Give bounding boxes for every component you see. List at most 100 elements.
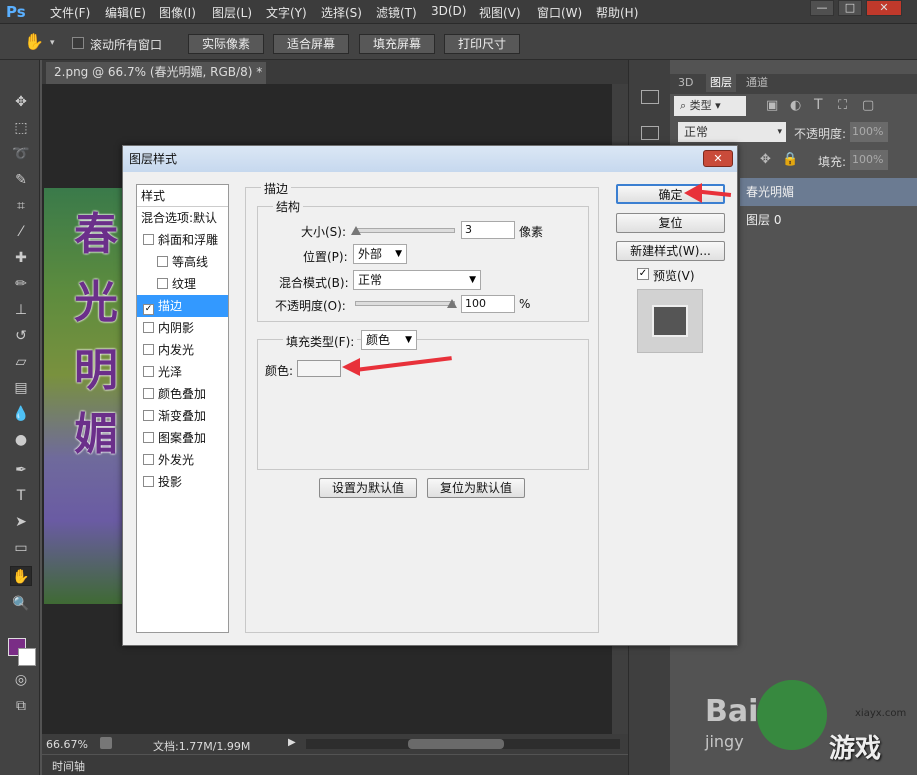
- style-checkbox[interactable]: [157, 278, 168, 289]
- size-slider[interactable]: [355, 228, 455, 233]
- style-checkbox[interactable]: [143, 388, 154, 399]
- eraser-tool-icon[interactable]: ▱: [10, 352, 32, 372]
- tool-preset-chevron-down-icon[interactable]: ▾: [50, 38, 55, 48]
- style-checkbox[interactable]: [143, 366, 154, 377]
- screen-mode-icon[interactable]: ⧉: [10, 696, 32, 716]
- filter-pixel-icon[interactable]: ▣: [766, 98, 778, 113]
- fill-type-select[interactable]: 颜色 ▼: [361, 330, 417, 350]
- history-brush-icon[interactable]: ↺: [10, 326, 32, 346]
- layer-fill-input[interactable]: 100%: [850, 150, 888, 170]
- opacity-slider[interactable]: [355, 301, 455, 306]
- menu-file[interactable]: 文件(F): [50, 4, 90, 21]
- style-list-item[interactable]: ✓ 描边: [137, 295, 228, 317]
- pen-tool-icon[interactable]: ✒: [10, 460, 32, 480]
- move-tool-icon[interactable]: ✥: [10, 92, 32, 112]
- background-color-swatch[interactable]: [18, 648, 36, 666]
- style-list-item[interactable]: 外发光: [137, 449, 228, 471]
- quick-mask-icon[interactable]: ◎: [10, 670, 32, 690]
- tab-3d[interactable]: 3D: [678, 74, 693, 92]
- style-checkbox[interactable]: [143, 454, 154, 465]
- style-checkbox[interactable]: [143, 322, 154, 333]
- path-select-icon[interactable]: ➤: [10, 512, 32, 532]
- reset-button[interactable]: 复位: [616, 213, 725, 233]
- stroke-color-swatch[interactable]: [297, 360, 341, 377]
- document-tab[interactable]: 2.png @ 66.7% (春光明媚, RGB/8) *: [46, 62, 266, 84]
- blur-tool-icon[interactable]: 💧: [10, 404, 32, 424]
- blend-mode-select[interactable]: 正常 ▼: [353, 270, 481, 290]
- style-checkbox[interactable]: [143, 432, 154, 443]
- fit-screen-button[interactable]: 适合屏幕: [273, 34, 349, 54]
- brush-tool-icon[interactable]: ✏: [10, 274, 32, 294]
- status-menu-arrow-icon[interactable]: ▶: [288, 737, 296, 748]
- rectangle-tool-icon[interactable]: ▭: [10, 538, 32, 558]
- layer-row-base[interactable]: 图层 0: [740, 206, 917, 234]
- style-list-item[interactable]: 颜色叠加: [137, 383, 228, 405]
- type-tool-icon[interactable]: T: [10, 486, 32, 506]
- scroll-all-checkbox[interactable]: [72, 37, 84, 49]
- lasso-tool-icon[interactable]: ➰: [10, 144, 32, 164]
- close-window-button[interactable]: ✕: [866, 0, 902, 16]
- document-image[interactable]: 春 光 明 媚: [44, 188, 122, 604]
- size-slider-knob[interactable]: [351, 226, 361, 235]
- layer-opacity-input[interactable]: 100%: [850, 122, 888, 142]
- fill-screen-button[interactable]: 填充屏幕: [359, 34, 435, 54]
- properties-icon[interactable]: [641, 126, 659, 140]
- histogram-icon[interactable]: [641, 90, 659, 104]
- reset-default-button[interactable]: 复位为默认值: [427, 478, 525, 498]
- menu-layer[interactable]: 图层(L): [212, 4, 252, 21]
- timeline-panel-tab[interactable]: 时间轴: [42, 755, 628, 775]
- menu-type[interactable]: 文字(Y): [266, 4, 307, 21]
- filter-adjust-icon[interactable]: ◐: [790, 98, 801, 113]
- position-select[interactable]: 外部 ▼: [353, 244, 407, 264]
- lock-position-icon[interactable]: ✥: [760, 152, 771, 167]
- hand-tool-icon[interactable]: ✋: [24, 32, 44, 51]
- size-input[interactable]: 3: [461, 221, 515, 239]
- layer-blend-select[interactable]: 正常 ▾: [678, 122, 786, 142]
- style-list-item[interactable]: 内阴影: [137, 317, 228, 339]
- menu-window[interactable]: 窗口(W): [537, 4, 582, 21]
- print-size-button[interactable]: 打印尺寸: [444, 34, 520, 54]
- quick-select-tool-icon[interactable]: ✎: [10, 170, 32, 190]
- actual-pixels-button[interactable]: 实际像素: [188, 34, 264, 54]
- style-list-item[interactable]: 光泽: [137, 361, 228, 383]
- dodge-tool-icon[interactable]: ●: [10, 430, 32, 450]
- filter-smart-icon[interactable]: ▢: [862, 98, 874, 113]
- menu-filter[interactable]: 滤镜(T): [376, 4, 417, 21]
- style-list-item[interactable]: 图案叠加: [137, 427, 228, 449]
- marquee-tool-icon[interactable]: ⬚: [10, 118, 32, 138]
- healing-brush-icon[interactable]: ✚: [10, 248, 32, 268]
- style-list-item[interactable]: 样式: [137, 185, 228, 207]
- style-list-item[interactable]: 斜面和浮雕: [137, 229, 228, 251]
- style-checkbox[interactable]: [143, 410, 154, 421]
- style-checkbox[interactable]: [143, 344, 154, 355]
- style-checkbox[interactable]: [157, 256, 168, 267]
- style-checkbox[interactable]: ✓: [143, 304, 154, 315]
- menu-edit[interactable]: 编辑(E): [105, 4, 146, 21]
- opacity-input[interactable]: 100: [461, 295, 515, 313]
- preview-checkbox[interactable]: ✓: [637, 268, 649, 280]
- filter-type-icon[interactable]: T: [814, 97, 823, 113]
- tab-layers[interactable]: 图层: [706, 74, 736, 92]
- style-checkbox[interactable]: [143, 476, 154, 487]
- status-info-icon[interactable]: [100, 737, 112, 749]
- menu-help[interactable]: 帮助(H): [596, 4, 638, 21]
- style-list-item[interactable]: 渐变叠加: [137, 405, 228, 427]
- zoom-level[interactable]: 66.67%: [46, 738, 88, 751]
- lock-icon[interactable]: 🔒: [782, 152, 798, 167]
- gradient-tool-icon[interactable]: ▤: [10, 378, 32, 398]
- style-list-item[interactable]: 内发光: [137, 339, 228, 361]
- menu-3d[interactable]: 3D(D): [431, 4, 466, 18]
- style-list-item[interactable]: 纹理: [137, 273, 228, 295]
- hand-tool-active-icon[interactable]: ✋: [10, 566, 32, 586]
- horizontal-scroll-thumb[interactable]: [408, 739, 504, 749]
- style-list-item[interactable]: 等高线: [137, 251, 228, 273]
- zoom-tool-icon[interactable]: 🔍: [10, 594, 32, 614]
- menu-view[interactable]: 视图(V): [479, 4, 521, 21]
- clone-stamp-icon[interactable]: ⊥: [10, 300, 32, 320]
- layer-filter-select[interactable]: ⌕ 类型 ▾: [674, 96, 746, 116]
- opacity-slider-knob[interactable]: [447, 299, 457, 308]
- maximize-button[interactable]: □: [838, 0, 862, 16]
- filter-shape-icon[interactable]: ⛶: [838, 98, 847, 113]
- style-list-item[interactable]: 混合选项:默认: [137, 207, 228, 229]
- new-style-button[interactable]: 新建样式(W)...: [616, 241, 725, 261]
